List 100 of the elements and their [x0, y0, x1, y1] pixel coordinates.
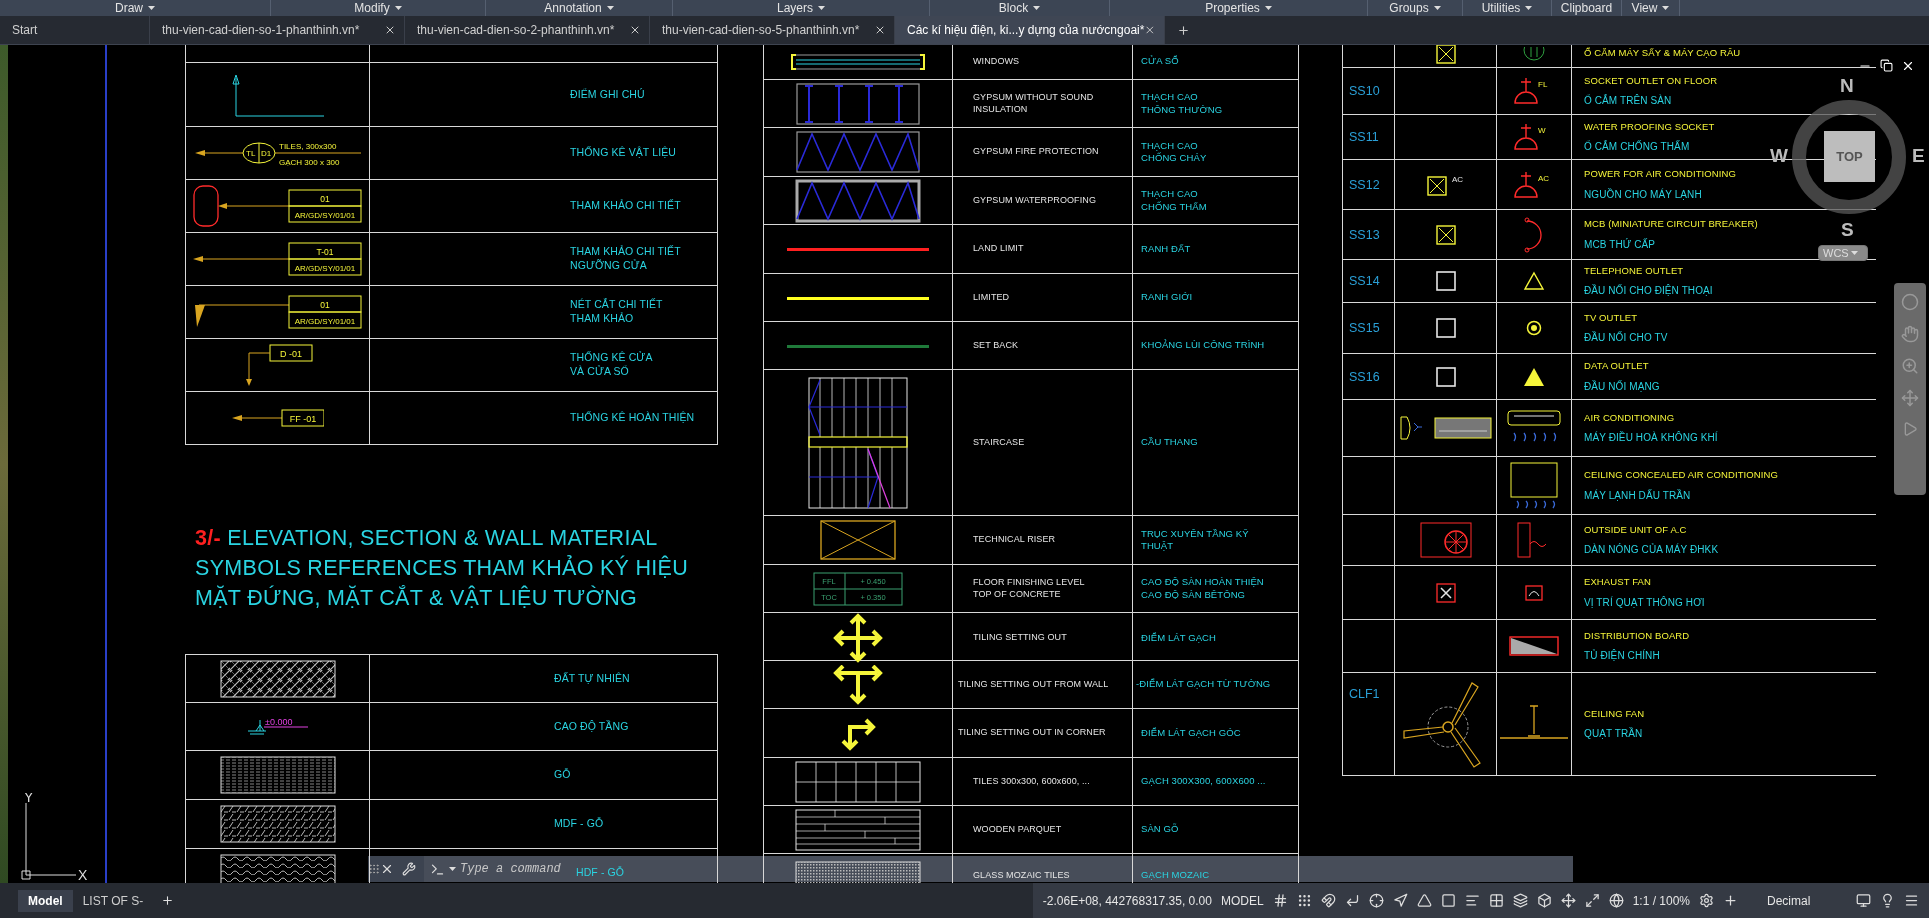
- caret-icon: [1850, 251, 1858, 255]
- symbol-code: SS12: [1348, 177, 1380, 192]
- crossed-box-icon: [1426, 175, 1447, 196]
- english-label: GYPSUM WITHOUT SOUND INSULATION: [973, 91, 1094, 116]
- axis-label: Y: [24, 793, 34, 805]
- hatch-swatch-icon: [219, 805, 336, 843]
- socket-icon: [1514, 123, 1538, 150]
- bulb-icon[interactable]: [1880, 893, 1895, 908]
- axis-label: X: [78, 867, 88, 883]
- english-label: WOODEN PARQUET: [973, 823, 1062, 836]
- symbol-code: SS15: [1348, 321, 1380, 335]
- four-way-arrow-icon: [833, 613, 883, 663]
- vietnamese-label: MCB THỨ CẤP: [1584, 237, 1656, 251]
- hatch-swatch-icon: [219, 659, 336, 698]
- vietnamese-label: NGUỒN CHO MÁY LẠNH: [1584, 187, 1702, 201]
- cursor-arrow-icon[interactable]: [1392, 893, 1408, 908]
- layout-tab[interactable]: LIST OF S-: [72, 889, 154, 912]
- parquet-icon: [795, 808, 921, 851]
- material-name: ĐẤT TỰ NHIÊN: [554, 671, 630, 686]
- vietnamese-label: KHOẢNG LÙI CÔNG TRÌNH: [1141, 339, 1265, 352]
- close-icon[interactable]: [874, 24, 886, 36]
- annotation-scale-button[interactable]: 1:1 / 100%: [1632, 893, 1690, 908]
- gypsum-wall-icon: [795, 130, 921, 174]
- symbol-code: SS14: [1348, 274, 1380, 288]
- vietnamese-label: GẠCH MOZAIC: [1141, 869, 1210, 882]
- wrench-icon[interactable]: [402, 862, 416, 876]
- material-name: HDF - GỖ: [576, 865, 625, 880]
- crosshair-icon[interactable]: [1368, 893, 1384, 908]
- symbol-description: THỐNG KÊ VẬT LIỆU: [570, 146, 676, 160]
- square-icon[interactable]: [1440, 893, 1456, 908]
- symbol-label: TL: [245, 149, 255, 158]
- close-icon[interactable]: [380, 862, 394, 876]
- vietnamese-label: RANH GIỚI: [1141, 291, 1193, 304]
- door-tag-drawing: [245, 344, 312, 386]
- vietnamese-label: -ĐIỂM LÁT GẠCH TỪ TƯỜNG: [1136, 678, 1271, 691]
- symbol-code: SS16: [1348, 369, 1380, 384]
- english-label: WINDOWS: [973, 55, 1020, 68]
- vietnamese-label: ĐIỂM LÁT GẠCH GÓC: [1141, 726, 1241, 740]
- square-outlet-icon: [1435, 366, 1456, 387]
- english-label: EXHAUST FAN: [1584, 576, 1651, 589]
- close-icon[interactable]: [629, 24, 641, 36]
- move-icon[interactable]: [1560, 893, 1576, 908]
- monitor-icon[interactable]: [1856, 893, 1871, 908]
- triangle-outlet-icon: [1523, 271, 1545, 291]
- new-tab-icon[interactable]: [1177, 23, 1190, 37]
- file-tab[interactable]: Các kí hiệu điện, ki...y dựng của nướcngoai*: [895, 16, 1165, 44]
- english-label: CEILING CONCEALED AIR CONDITIONING: [1584, 469, 1778, 482]
- model-space-button[interactable]: MODEL: [1220, 893, 1264, 908]
- symbol-code: SS11: [1348, 130, 1379, 144]
- english-label: CEILING FAN: [1584, 707, 1645, 721]
- view-cube-face[interactable]: TOP: [1824, 131, 1875, 182]
- caret-icon: [449, 867, 456, 871]
- vietnamese-label: THẠCH CAO CHỐNG CHÁY: [1141, 139, 1207, 165]
- plus-icon[interactable]: [1723, 893, 1738, 908]
- triangle-icon[interactable]: [1416, 893, 1432, 908]
- terminal-icon: [430, 861, 445, 877]
- caret-icon: [1264, 6, 1272, 10]
- globe-icon[interactable]: [1608, 893, 1624, 908]
- caret-icon: [394, 6, 402, 10]
- menu-icon[interactable]: [1904, 893, 1919, 908]
- english-label: STAIRCASE: [973, 436, 1025, 449]
- english-label: WATER PROOFING SOCKET: [1584, 120, 1715, 134]
- magnet-icon[interactable]: [1320, 893, 1336, 908]
- vietnamese-label: RANH ĐẤT: [1141, 242, 1191, 256]
- add-layout-icon[interactable]: [161, 894, 175, 907]
- english-label: POWER FOR AIR CONDITIONING: [1584, 168, 1736, 181]
- checker-icon[interactable]: [1488, 893, 1504, 908]
- close-icon[interactable]: [384, 24, 396, 36]
- vietnamese-label: THẠCH CAO THÔNG THƯỜNG: [1141, 91, 1223, 116]
- vietnamese-label: TỦ ĐIỆN CHÍNH: [1584, 649, 1660, 663]
- vietnamese-label: Ổ CẮM CHỐNG THẤM: [1584, 140, 1690, 154]
- symbol-code: CLF1: [1348, 687, 1380, 701]
- units-dropdown[interactable]: Decimal: [1767, 893, 1847, 908]
- symbol-code: SS10: [1348, 84, 1380, 98]
- settings-icon[interactable]: [1699, 893, 1714, 908]
- material-name: MDF - GỖ: [554, 817, 604, 831]
- vietnamese-label: VỊ TRÍ QUẠT THÔNG HƠI: [1584, 595, 1705, 609]
- symbol-description: NÉT CẮT CHI TIẾT THAM KHẢO: [570, 298, 663, 326]
- layout-tab[interactable]: Model: [18, 889, 73, 912]
- restore-icon[interactable]: [1880, 59, 1893, 72]
- vietnamese-label: CAO ĐỘ SÀN HOÀN THIỆN CAO ĐỘ SÀN BÊTÔNG: [1141, 576, 1264, 601]
- cube-icon[interactable]: [1536, 893, 1552, 908]
- grid-icon[interactable]: [1272, 893, 1288, 908]
- exhaust-fan-side-icon: [1525, 584, 1543, 601]
- tv-outlet-icon: [1526, 320, 1542, 336]
- symbol-description: THAM KHẢO CHI TIẾT: [570, 199, 681, 213]
- english-label: LAND LIMIT: [973, 243, 1024, 255]
- caret-icon: [1662, 6, 1670, 10]
- command-input[interactable]: Type a command: [460, 862, 564, 876]
- english-label: DATA OUTLET: [1584, 360, 1649, 373]
- close-icon[interactable]: [1901, 59, 1915, 73]
- corner-icon[interactable]: [1344, 893, 1360, 908]
- expand-icon[interactable]: [1584, 893, 1600, 908]
- grip-icon: [368, 863, 380, 875]
- dots-icon[interactable]: [1296, 893, 1312, 908]
- symbol-label: 01: [319, 300, 330, 310]
- layers-icon[interactable]: [1512, 893, 1528, 908]
- lines-icon[interactable]: [1464, 893, 1480, 908]
- vietnamese-label: ĐẦU NỐI CHO TV: [1584, 331, 1668, 345]
- english-label: TILES 300x300, 600x600, ...: [973, 775, 1090, 788]
